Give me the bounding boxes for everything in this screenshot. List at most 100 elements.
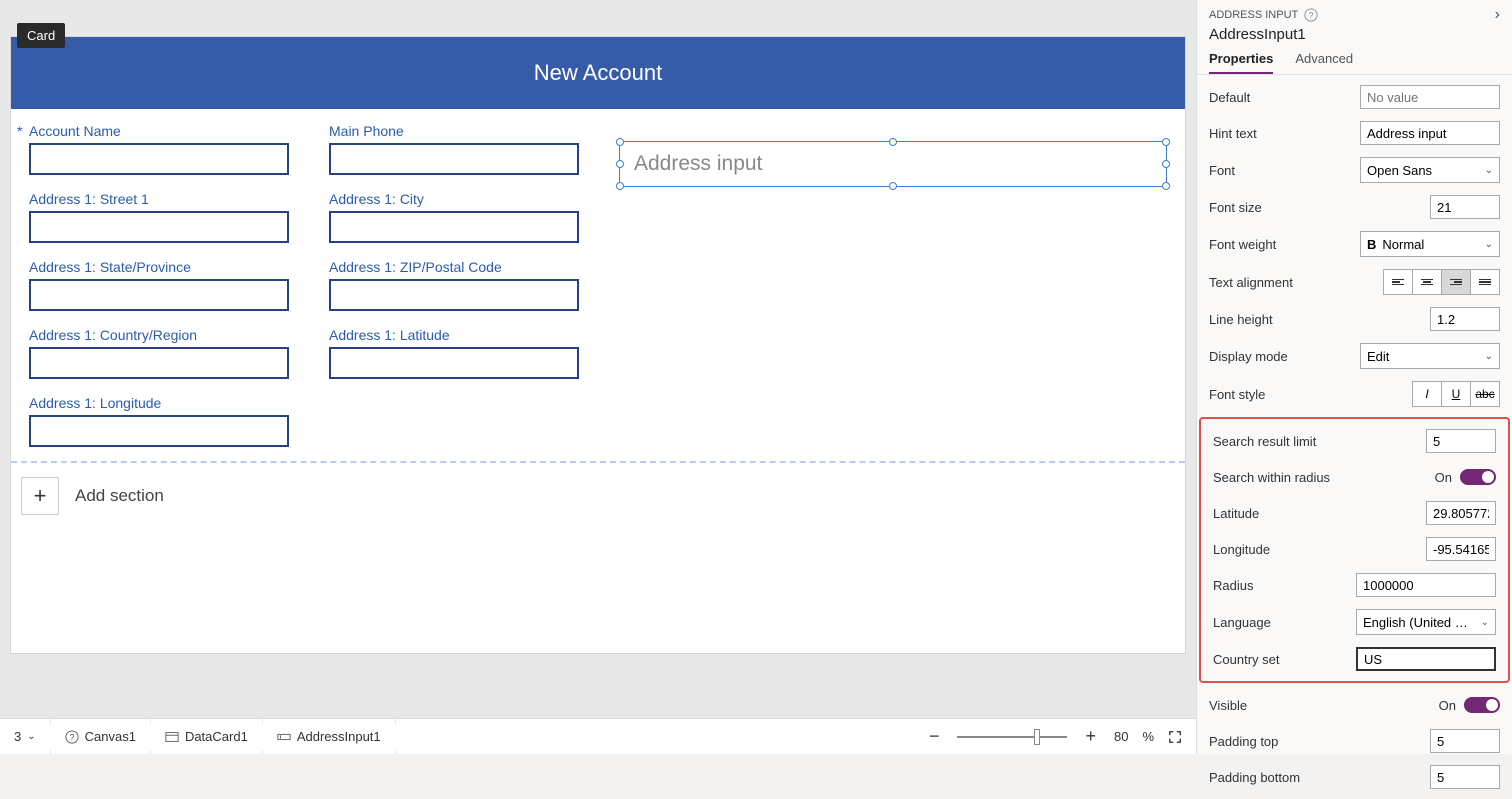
input-line-height[interactable]: [1430, 307, 1500, 331]
address-input-control[interactable]: Address input: [619, 141, 1167, 187]
row-font-weight: Font weight B Normal ⌄: [1209, 231, 1500, 257]
align-left-button[interactable]: [1383, 269, 1413, 295]
field-country[interactable]: Address 1: Country/Region: [29, 327, 289, 379]
form-panel: Card New Account * Account Name Address …: [10, 36, 1186, 654]
row-latitude: Latitude: [1213, 501, 1496, 525]
selection-handle[interactable]: [1162, 138, 1170, 146]
zoom-slider[interactable]: [957, 736, 1067, 738]
breadcrumb-canvas[interactable]: ? Canvas1: [51, 719, 151, 754]
breadcrumb-datacard[interactable]: DataCard1: [151, 719, 263, 754]
align-right-button[interactable]: [1441, 269, 1471, 295]
prop-label: Font size: [1209, 200, 1262, 215]
input-zip[interactable]: [329, 279, 579, 311]
selection-handle[interactable]: [616, 138, 624, 146]
selection-handle[interactable]: [616, 182, 624, 190]
input-account-name[interactable]: [29, 143, 289, 175]
breadcrumb-first[interactable]: 3 ⌄: [0, 719, 51, 754]
row-search-limit: Search result limit: [1213, 429, 1496, 453]
input-default[interactable]: [1360, 85, 1500, 109]
chevron-down-icon: ⌄: [1485, 165, 1493, 176]
strike-button[interactable]: abc: [1470, 381, 1500, 407]
toggle-switch[interactable]: [1464, 697, 1500, 713]
field-city[interactable]: Address 1: City: [329, 191, 579, 243]
input-state[interactable]: [29, 279, 289, 311]
underline-icon: U: [1452, 387, 1461, 401]
toggle-search-radius[interactable]: On: [1435, 469, 1496, 485]
help-icon[interactable]: ?: [1304, 8, 1318, 22]
toggle-visible[interactable]: On: [1439, 697, 1500, 713]
breadcrumb-addressinput[interactable]: AddressInput1: [263, 719, 396, 754]
panel-rows-2: Visible On Padding top Padding bottom: [1197, 683, 1512, 799]
field-state[interactable]: Address 1: State/Province: [29, 259, 289, 311]
selection-handle[interactable]: [1162, 182, 1170, 190]
chevron-down-icon: ⌄: [27, 731, 35, 742]
input-hint-text[interactable]: [1360, 121, 1500, 145]
selection-handle[interactable]: [616, 160, 624, 168]
chevron-down-icon: ⌄: [1485, 239, 1493, 250]
row-search-radius: Search within radius On: [1213, 465, 1496, 489]
prop-label: Latitude: [1213, 506, 1259, 521]
tab-properties[interactable]: Properties: [1209, 51, 1273, 74]
prop-label: Visible: [1209, 698, 1247, 713]
tab-advanced[interactable]: Advanced: [1295, 51, 1353, 74]
input-latitude[interactable]: [1426, 501, 1496, 525]
zoom-in-button[interactable]: +: [1081, 726, 1100, 747]
field-street1[interactable]: Address 1: Street 1: [29, 191, 289, 243]
underline-button[interactable]: U: [1441, 381, 1471, 407]
panel-header-text: ADDRESS INPUT: [1209, 9, 1298, 21]
align-center-button[interactable]: [1412, 269, 1442, 295]
field-label: Address 1: Latitude: [329, 327, 579, 343]
dropdown-language[interactable]: English (United States) ⌄: [1356, 609, 1496, 635]
field-latitude[interactable]: Address 1: Latitude: [329, 327, 579, 379]
input-search-limit[interactable]: [1426, 429, 1496, 453]
row-radius: Radius: [1213, 573, 1496, 597]
row-longitude: Longitude: [1213, 537, 1496, 561]
dropdown-value: Open Sans: [1367, 163, 1432, 178]
form-body: * Account Name Address 1: Street 1 Addre…: [11, 109, 1185, 463]
row-language: Language English (United States) ⌄: [1213, 609, 1496, 635]
input-padding-top[interactable]: [1430, 729, 1500, 753]
selection-handle[interactable]: [1162, 160, 1170, 168]
input-latitude[interactable]: [329, 347, 579, 379]
breadcrumb-text: DataCard1: [185, 729, 248, 744]
input-country[interactable]: [29, 347, 289, 379]
row-font-style: Font style I U abc: [1209, 381, 1500, 407]
dropdown-display-mode[interactable]: Edit ⌄: [1360, 343, 1500, 369]
add-section-button[interactable]: +: [21, 477, 59, 515]
input-street1[interactable]: [29, 211, 289, 243]
breadcrumb-text: 3: [14, 729, 21, 744]
dropdown-font-weight[interactable]: B Normal ⌄: [1360, 231, 1500, 257]
address-column: Address input: [619, 123, 1167, 447]
input-city[interactable]: [329, 211, 579, 243]
properties-panel: ADDRESS INPUT ? › AddressInput1 Properti…: [1196, 0, 1512, 754]
expand-icon[interactable]: [1168, 730, 1182, 744]
dropdown-font[interactable]: Open Sans ⌄: [1360, 157, 1500, 183]
zoom-out-button[interactable]: −: [925, 726, 944, 747]
input-longitude[interactable]: [1426, 537, 1496, 561]
form-title: New Account: [11, 37, 1185, 109]
field-label: Address 1: Longitude: [29, 395, 289, 411]
field-longitude[interactable]: Address 1: Longitude: [29, 395, 289, 447]
field-account-name[interactable]: * Account Name: [29, 123, 289, 175]
field-label: Address 1: Country/Region: [29, 327, 289, 343]
input-radius[interactable]: [1356, 573, 1496, 597]
input-longitude[interactable]: [29, 415, 289, 447]
selection-handle[interactable]: [889, 138, 897, 146]
toggle-switch[interactable]: [1460, 469, 1496, 485]
selection-handle[interactable]: [889, 182, 897, 190]
add-section-row[interactable]: + Add section: [11, 463, 1185, 529]
text-align-group: [1384, 269, 1500, 295]
italic-button[interactable]: I: [1412, 381, 1442, 407]
align-justify-button[interactable]: [1470, 269, 1500, 295]
chevron-right-icon[interactable]: ›: [1495, 6, 1500, 24]
input-font-size[interactable]: [1430, 195, 1500, 219]
input-padding-bottom[interactable]: [1430, 765, 1500, 789]
field-main-phone[interactable]: Main Phone: [329, 123, 579, 175]
prop-label: Hint text: [1209, 126, 1257, 141]
zoom-slider-thumb[interactable]: [1034, 729, 1040, 745]
field-zip[interactable]: Address 1: ZIP/Postal Code: [329, 259, 579, 311]
input-country-set[interactable]: [1356, 647, 1496, 671]
input-main-phone[interactable]: [329, 143, 579, 175]
prop-label: Display mode: [1209, 349, 1288, 364]
prop-label: Font weight: [1209, 237, 1276, 252]
